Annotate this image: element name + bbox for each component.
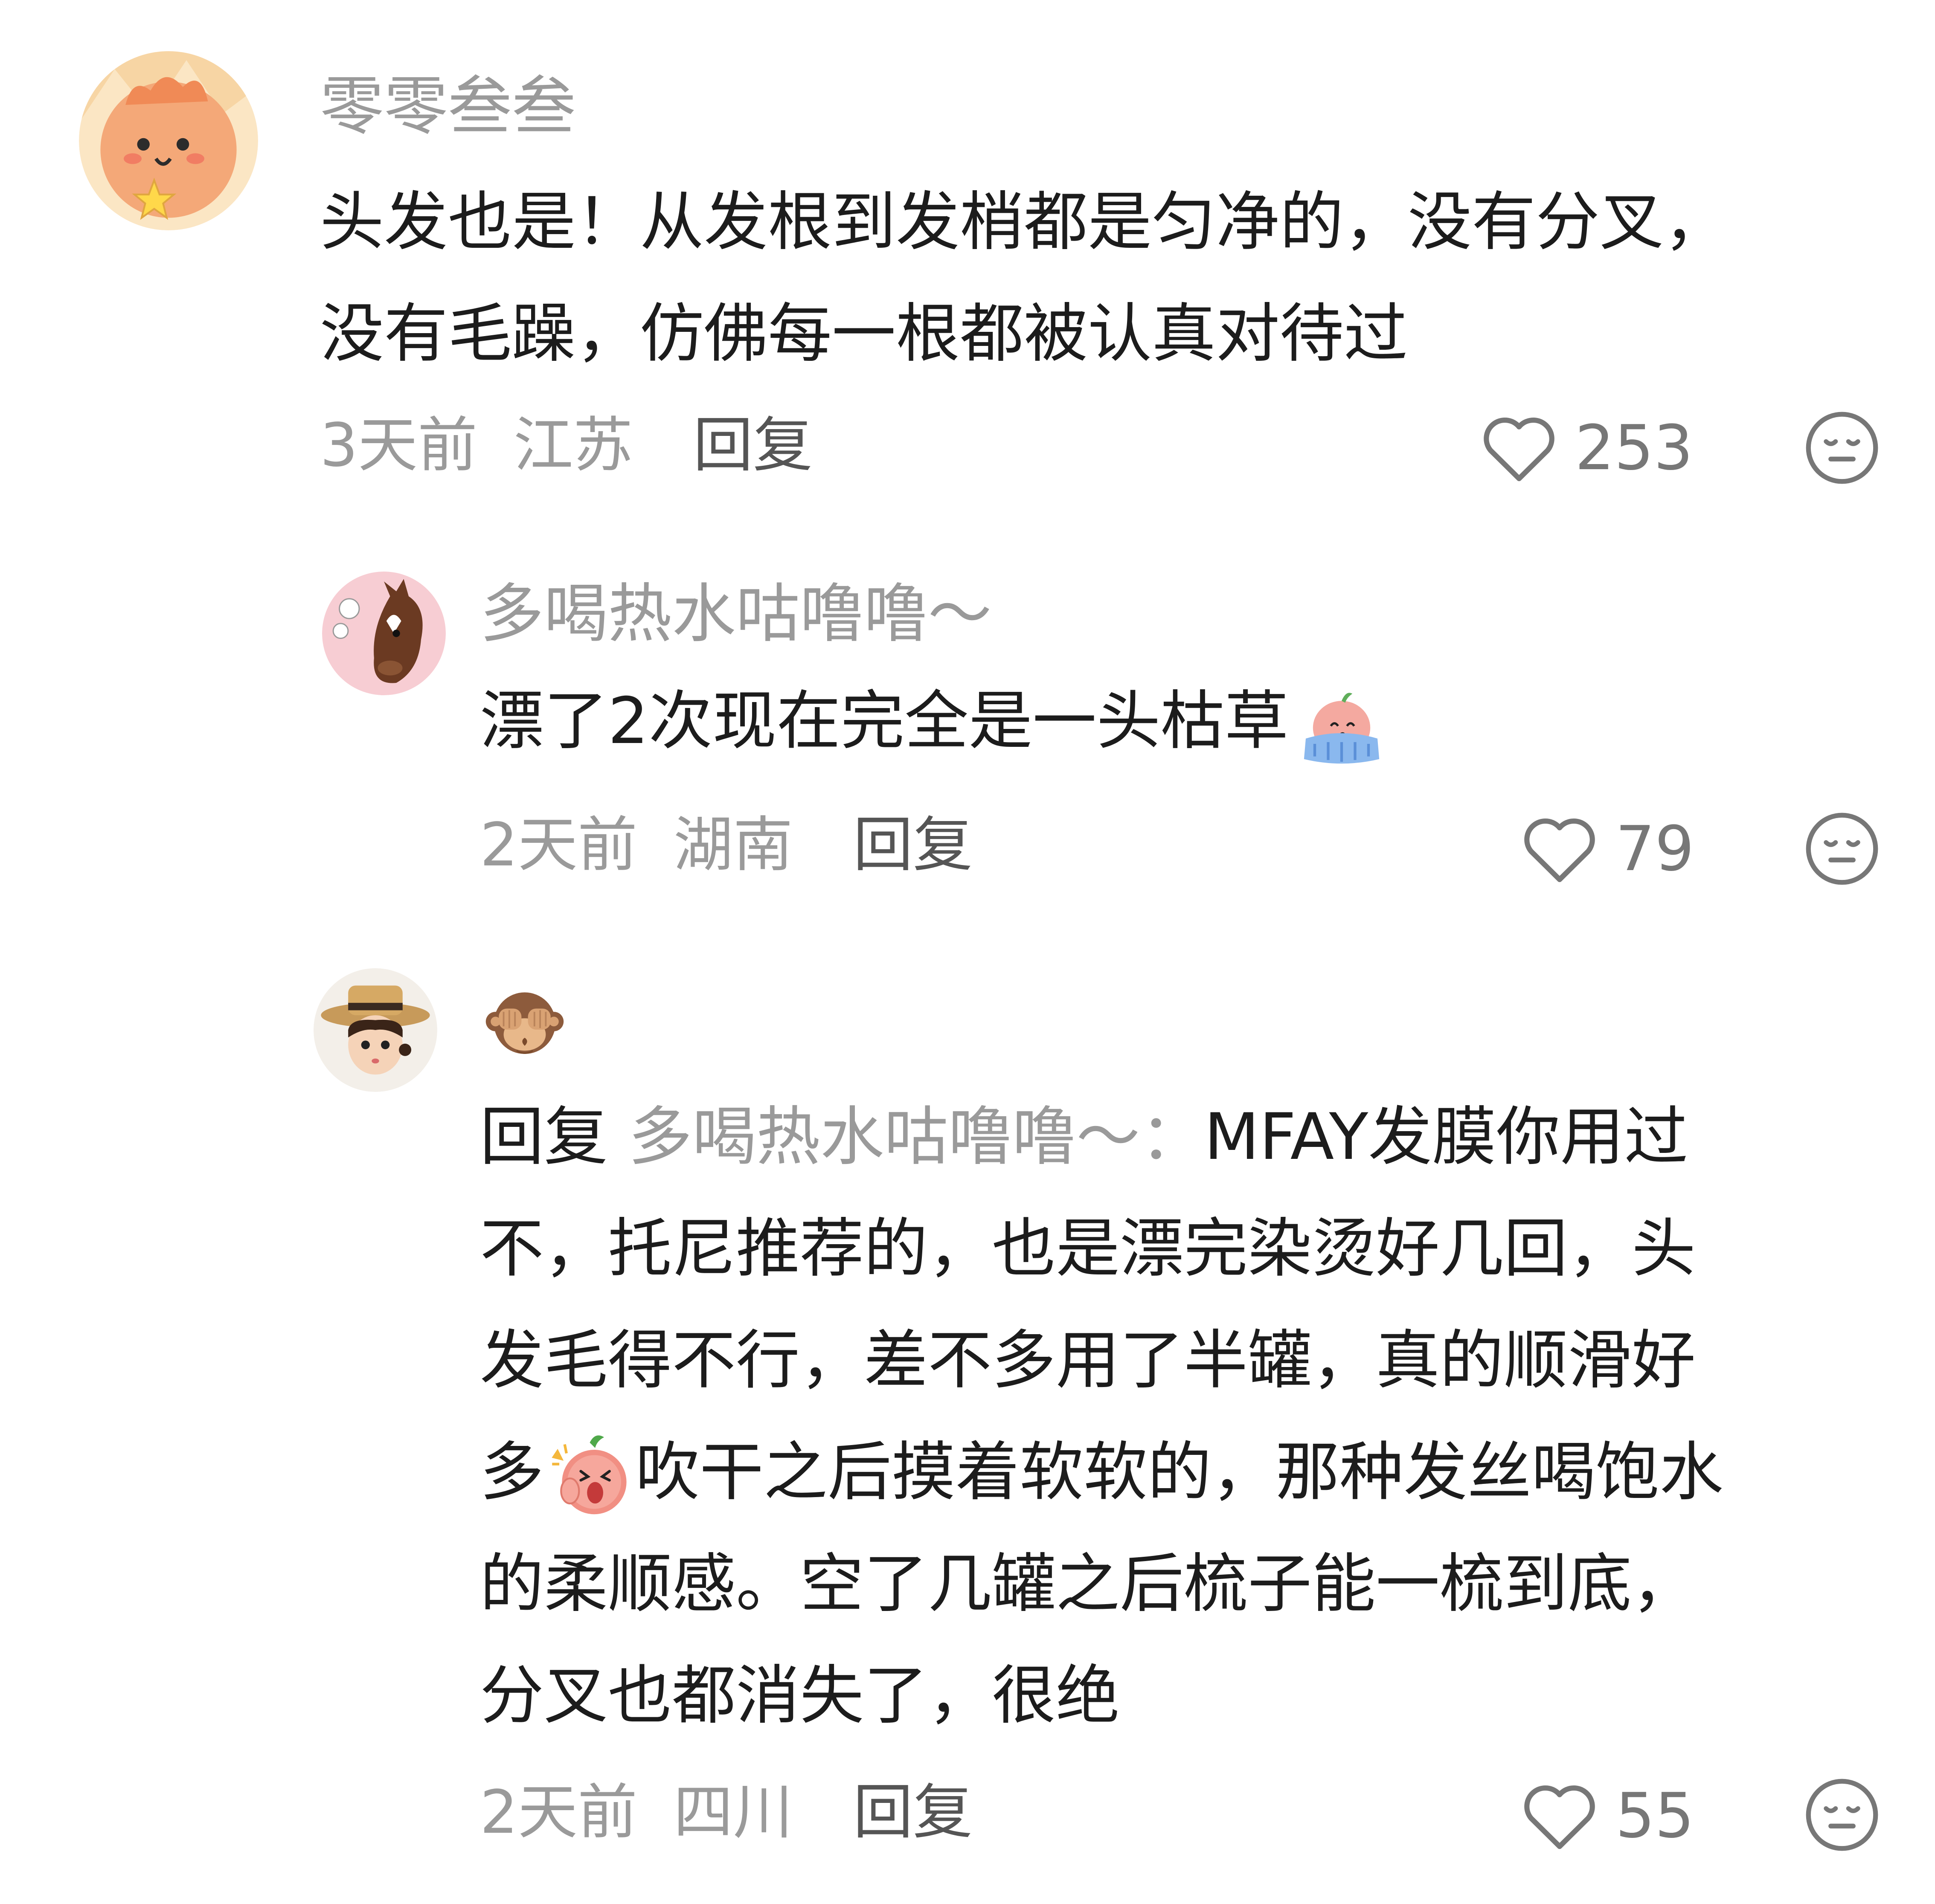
dislike-button[interactable] (1804, 810, 1880, 887)
heart-icon (1521, 1779, 1598, 1852)
comment-text-segment: 吹干之后摸着软软的，那种发丝喝饱水 (636, 1435, 1724, 1509)
comment-text-line: 分叉也都消失了，很绝 (480, 1659, 1120, 1733)
see-no-evil-monkey-emoji-icon (485, 992, 564, 1054)
username[interactable]: 零零叁叁 (320, 68, 576, 145)
comment-text-line: 的柔顺感。空了几罐之后梳子能一梳到底， (480, 1547, 1696, 1621)
reply-target-username[interactable]: 多喝热水咕噜噜～： (628, 1100, 1204, 1174)
cartoon-orange-character-avatar-icon (79, 51, 258, 230)
like-button[interactable]: 79 (1521, 813, 1694, 885)
avatar[interactable] (79, 51, 258, 230)
username[interactable]: 多喝热水咕噜噜～ (480, 576, 992, 653)
reply-button[interactable]: 回复 (853, 1783, 973, 1843)
comment-meta: 2天前 四川 (480, 1783, 793, 1843)
cartoon-girl-straw-hat-avatar-icon (314, 968, 437, 1092)
cartoon-horse-avatar-icon (322, 572, 446, 695)
comment-text: 回复 多喝热水咕噜噜～：MFAY发膜你用过 不，托尼推荐的，也是漂完染烫好几回，… (480, 1081, 1723, 1752)
like-count: 253 (1575, 412, 1693, 484)
comment-text: 头发也是！从发根到发梢都是匀净的，没有分叉， 没有毛躁，仿佛每一根都被认真对待过 (320, 166, 1728, 390)
like-count: 79 (1615, 813, 1694, 885)
username-emoji[interactable] (484, 981, 569, 1066)
comment-text: 漂了2次现在完全是一头枯草 (480, 665, 1386, 777)
meh-face-icon (1806, 1779, 1878, 1851)
comment-text-line: 发毛得不行，差不多用了半罐，真的顺滑好 (480, 1324, 1696, 1398)
location: 江苏 (513, 411, 633, 480)
reply-button[interactable]: 回复 (693, 416, 813, 476)
location: 四川 (673, 1778, 793, 1847)
comment-text-line: 没有毛躁，仿佛每一根都被认真对待过 (320, 297, 1408, 371)
dislike-button[interactable] (1804, 409, 1880, 486)
reply-prefix: 回复 (480, 1100, 608, 1174)
location: 湖南 (673, 810, 793, 880)
like-button[interactable]: 253 (1480, 412, 1693, 484)
comment-text-line: 回复 多喝热水咕噜噜～：MFAY发膜你用过 (480, 1081, 1723, 1193)
meh-face-icon (1806, 813, 1878, 885)
avatar[interactable] (322, 572, 446, 695)
dislike-button[interactable] (1804, 1776, 1880, 1853)
heart-icon (1521, 813, 1598, 885)
comment-meta: 3天前 江苏 (320, 416, 633, 476)
like-count: 55 (1615, 1779, 1694, 1852)
comment-text-segment: MFAY发膜你用过 (1204, 1100, 1688, 1174)
timestamp: 2天前 (480, 1778, 638, 1847)
timestamp: 2天前 (480, 810, 638, 880)
crying-peach-emoji-icon (1297, 683, 1386, 768)
comment-text-line: 漂了2次现在完全是一头枯草 (480, 665, 1386, 777)
comment-text-segment: 漂了2次现在完全是一头枯草 (480, 684, 1289, 758)
comment-meta: 2天前 湖南 (480, 816, 793, 875)
comment-text-line: 多 吹干之后摸着软软的，那种发丝喝饱水 (480, 1416, 1723, 1528)
comment-text-line: 不，托尼推荐的，也是漂完染烫好几回，头 (480, 1212, 1696, 1286)
meh-face-icon (1806, 412, 1878, 484)
avatar[interactable] (314, 968, 437, 1092)
comment-text-line: 头发也是！从发根到发梢都是匀净的，没有分叉， (320, 185, 1728, 259)
heart-icon (1480, 412, 1558, 484)
reply-button[interactable]: 回复 (853, 816, 973, 875)
timestamp: 3天前 (320, 411, 478, 480)
comment-text-segment: 多 (480, 1435, 544, 1509)
like-button[interactable]: 55 (1521, 1779, 1694, 1852)
shocked-peach-emoji-icon (544, 1432, 636, 1521)
